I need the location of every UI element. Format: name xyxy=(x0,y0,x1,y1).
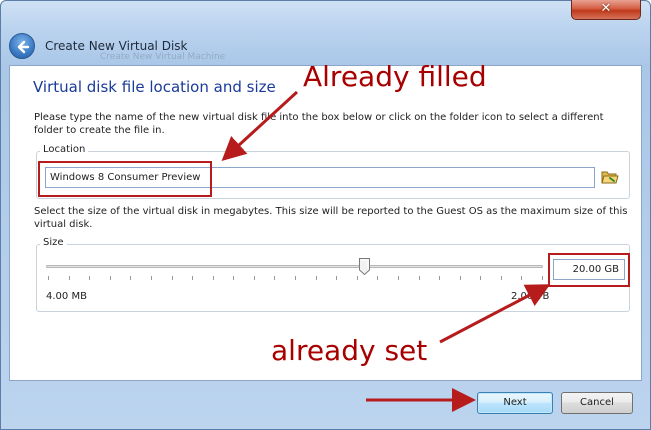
arrow-to-size xyxy=(439,284,551,344)
arrow-to-location xyxy=(221,90,299,162)
annotation-already-filled: Already filled xyxy=(303,60,487,93)
annotation-already-set: already set xyxy=(271,334,428,367)
